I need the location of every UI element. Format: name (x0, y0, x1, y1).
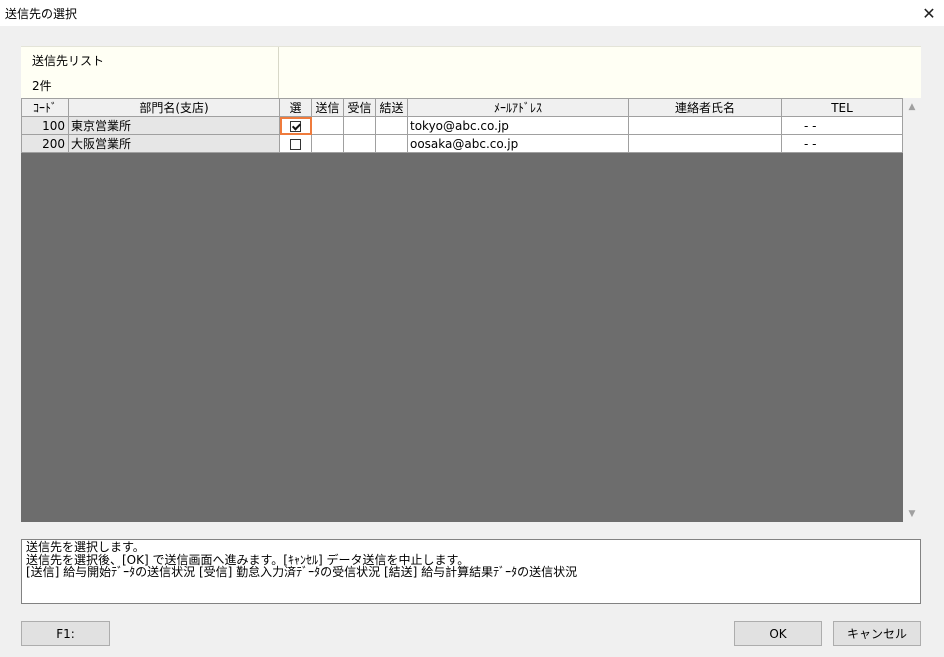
list-header-info: 送信先リスト 2件 (21, 47, 279, 99)
help-message-box: 送信先を選択します。 送信先を選択後、[OK] で送信画面へ進みます。[ｷｬﾝｾ… (21, 539, 921, 604)
column-header-select[interactable]: 選 (279, 98, 312, 117)
table-row[interactable]: 100 東京営業所 tokyo@abc.co.jp - - (21, 116, 903, 135)
help-line: 送信先を選択します。 (26, 540, 145, 554)
cell-select[interactable] (279, 116, 312, 135)
cell-contact[interactable] (628, 116, 782, 135)
column-header-send[interactable]: 送信 (311, 98, 344, 117)
destination-table: ｺｰﾄﾞ 部門名(支店) 選 送信 受信 結送 ﾒｰﾙｱﾄﾞﾚｽ 連絡者氏名 T… (21, 98, 903, 153)
f1-button[interactable]: F1: (21, 621, 110, 646)
select-checkbox[interactable] (290, 120, 301, 132)
table-row[interactable]: 200 大阪営業所 oosaka@abc.co.jp - - (21, 134, 903, 153)
scroll-up-icon[interactable]: ▲ (903, 98, 921, 115)
ok-button[interactable]: OK (734, 621, 822, 646)
cell-code[interactable]: 100 (21, 116, 69, 135)
record-count: 2件 (32, 79, 52, 93)
column-header-dept[interactable]: 部門名(支店) (68, 98, 280, 117)
cell-contact[interactable] (628, 134, 782, 153)
cell-dept[interactable]: 東京営業所 (68, 116, 280, 135)
cell-send[interactable] (311, 116, 344, 135)
cell-receive[interactable] (343, 116, 376, 135)
cell-code[interactable]: 200 (21, 134, 69, 153)
vertical-scrollbar[interactable]: ▲ ▼ (903, 98, 921, 522)
column-header-contact[interactable]: 連絡者氏名 (628, 98, 782, 117)
cell-select[interactable] (279, 134, 312, 153)
cell-email[interactable]: tokyo@abc.co.jp (407, 116, 629, 135)
cell-dept[interactable]: 大阪営業所 (68, 134, 280, 153)
column-header-code[interactable]: ｺｰﾄﾞ (21, 98, 69, 117)
close-icon[interactable]: ✕ (914, 0, 944, 26)
cell-tel[interactable]: - - (781, 134, 903, 153)
table-header-row: ｺｰﾄﾞ 部門名(支店) 選 送信 受信 結送 ﾒｰﾙｱﾄﾞﾚｽ 連絡者氏名 T… (21, 98, 903, 117)
list-header-panel: 送信先リスト 2件 (21, 46, 921, 99)
cell-send[interactable] (311, 134, 344, 153)
column-header-email[interactable]: ﾒｰﾙｱﾄﾞﾚｽ (407, 98, 629, 117)
destination-grid: ｺｰﾄﾞ 部門名(支店) 選 送信 受信 結送 ﾒｰﾙｱﾄﾞﾚｽ 連絡者氏名 T… (21, 98, 903, 522)
cell-receive[interactable] (343, 134, 376, 153)
cell-email[interactable]: oosaka@abc.co.jp (407, 134, 629, 153)
list-label: 送信先リスト (32, 54, 105, 68)
window-title: 送信先の選択 (5, 7, 78, 21)
select-checkbox[interactable] (290, 138, 301, 150)
cell-ketsuso[interactable] (375, 116, 408, 135)
help-line: [送信] 給与開始ﾃﾞｰﾀの送信状況 [受信] 勤怠入力済ﾃﾞｰﾀの受信状況 [… (26, 565, 578, 579)
column-header-ketsuso[interactable]: 結送 (375, 98, 408, 117)
title-bar: 送信先の選択 ✕ (0, 0, 944, 26)
scroll-down-icon[interactable]: ▼ (903, 505, 921, 522)
cell-tel[interactable]: - - (781, 116, 903, 135)
column-header-receive[interactable]: 受信 (343, 98, 376, 117)
cancel-button[interactable]: キャンセル (833, 621, 921, 646)
column-header-tel[interactable]: TEL (781, 98, 903, 117)
cell-ketsuso[interactable] (375, 134, 408, 153)
